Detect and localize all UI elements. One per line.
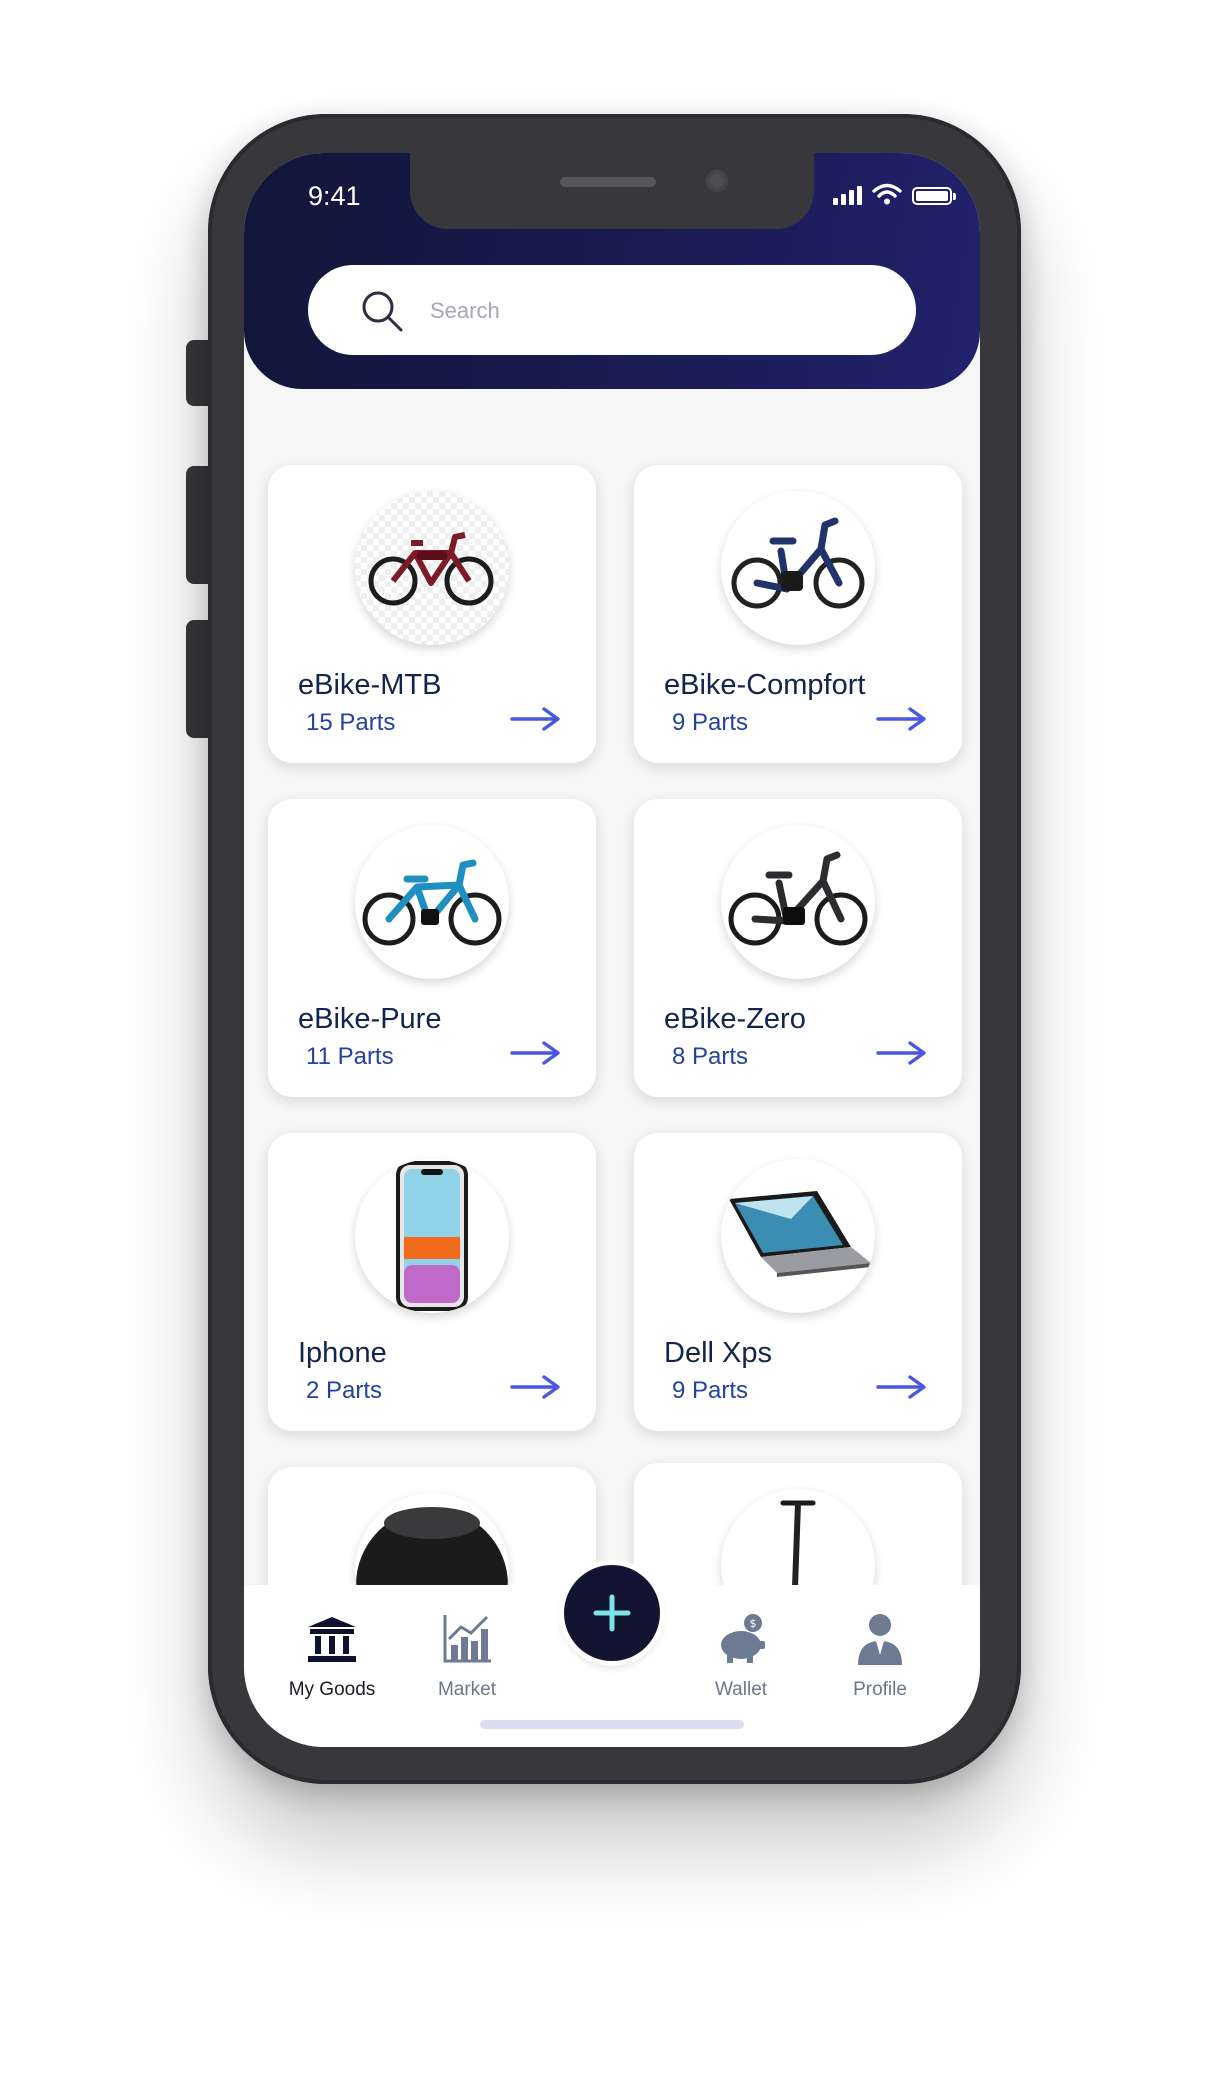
front-camera [706, 170, 728, 192]
tab-label: Market [437, 1679, 497, 1700]
card-parts-count: 15 Parts [306, 709, 396, 736]
add-button[interactable] [564, 1565, 660, 1661]
goods-card[interactable]: eBike-Pure 11 Parts [268, 799, 596, 1097]
status-time: 9:41 [308, 181, 361, 211]
tab-label: My Goods [288, 1679, 376, 1700]
arrow-right-icon[interactable] [876, 1373, 928, 1401]
goods-card[interactable]: Iphone 2 Parts [268, 1133, 596, 1431]
card-parts-count: 2 Parts [306, 1377, 383, 1404]
user-icon [858, 1614, 902, 1665]
bottom-tab-bar: My Goods Market $ Wallet Profile [244, 1565, 980, 1747]
bike-blue-icon [355, 825, 509, 979]
search-input[interactable] [428, 285, 872, 337]
tab-wallet[interactable]: $ Wallet [681, 1611, 801, 1701]
card-parts-count: 11 Parts [306, 1043, 394, 1070]
card-parts-count: 8 Parts [672, 1043, 749, 1070]
card-title: Dell Xps [664, 1337, 772, 1369]
arrow-right-icon[interactable] [876, 705, 928, 733]
goods-card[interactable]: eBike-MTB 15 Parts [268, 465, 596, 763]
arrow-right-icon[interactable] [510, 1373, 562, 1401]
search-bar[interactable] [308, 265, 916, 355]
card-title: eBike-Compfort [664, 669, 866, 701]
laptop-icon [721, 1159, 875, 1313]
notch [410, 153, 814, 229]
tab-profile[interactable]: Profile [820, 1611, 940, 1701]
tab-label: Profile [853, 1679, 907, 1700]
bike-red-icon [355, 491, 509, 645]
bike-black-icon [721, 825, 875, 979]
status-icons [833, 183, 956, 205]
tab-market[interactable]: Market [407, 1611, 527, 1701]
card-title: eBike-Pure [298, 1003, 442, 1035]
tab-label: Wallet [714, 1679, 768, 1700]
chart-icon [443, 1615, 491, 1663]
wifi-icon [872, 183, 902, 205]
search-icon [362, 291, 403, 332]
card-parts-count: 9 Parts [672, 1377, 749, 1404]
home-indicator [480, 1720, 744, 1729]
card-title: eBike-MTB [298, 669, 442, 701]
signal-icon [833, 185, 862, 205]
arrow-right-icon[interactable] [876, 1039, 928, 1067]
bike-navy-icon [721, 491, 875, 645]
tab-my-goods[interactable]: My Goods [272, 1611, 392, 1701]
app-screen: 9:41 Search eBike-MTB 15 Parts eBike-Com… [244, 153, 980, 1747]
arrow-right-icon[interactable] [510, 1039, 562, 1067]
card-title: Iphone [298, 1337, 387, 1369]
bank-icon [308, 1617, 356, 1662]
speaker [560, 177, 656, 187]
goods-card[interactable]: Dell Xps 9 Parts [634, 1133, 962, 1431]
goods-card[interactable]: eBike-Compfort 9 Parts [634, 465, 962, 763]
svg-text:$: $ [750, 1617, 757, 1630]
card-parts-count: 9 Parts [672, 709, 749, 736]
plus-icon [593, 1594, 631, 1632]
piggy-bank-icon: $ [721, 1614, 765, 1663]
iphone-icon [355, 1159, 509, 1313]
goods-card[interactable]: eBike-Zero 8 Parts [634, 799, 962, 1097]
arrow-right-icon[interactable] [510, 705, 562, 733]
battery-icon [912, 187, 956, 205]
card-title: eBike-Zero [664, 1003, 806, 1035]
